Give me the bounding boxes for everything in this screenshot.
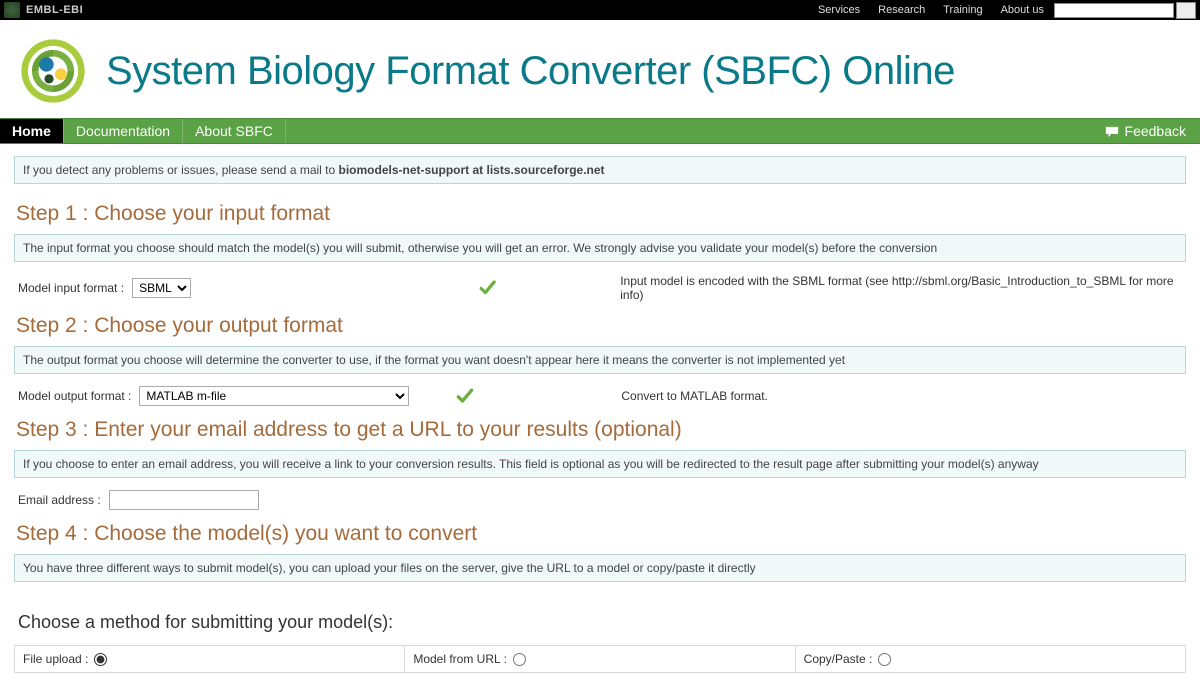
page-title: System Biology Format Converter (SBFC) O… — [106, 49, 955, 94]
method-file-upload-label: File upload : — [23, 652, 88, 666]
top-search-button[interactable] — [1176, 2, 1196, 19]
header: System Biology Format Converter (SBFC) O… — [0, 20, 1200, 118]
output-format-select[interactable]: MATLAB m-file — [139, 386, 409, 406]
method-copy-paste[interactable]: Copy/Paste : — [796, 646, 1185, 672]
step3-desc: If you choose to enter an email address,… — [14, 450, 1186, 478]
step1-hint: Input model is encoded with the SBML for… — [620, 274, 1182, 302]
notice-prefix: If you detect any problems or issues, pl… — [23, 163, 339, 177]
method-row: File upload : Model from URL : Copy/Past… — [14, 645, 1186, 673]
notice-box: If you detect any problems or issues, pl… — [14, 156, 1186, 184]
nav-home[interactable]: Home — [0, 119, 64, 143]
top-search-input[interactable] — [1054, 3, 1174, 18]
speech-bubble-icon — [1105, 125, 1119, 137]
input-format-select[interactable]: SBML — [132, 278, 191, 298]
topnav-training[interactable]: Training — [935, 2, 990, 18]
step2-desc: The output format you choose will determ… — [14, 346, 1186, 374]
topnav-research[interactable]: Research — [870, 2, 933, 18]
step2-hint: Convert to MATLAB format. — [621, 389, 768, 403]
radio-file-upload[interactable] — [94, 653, 107, 666]
sbfc-logo-icon — [20, 38, 86, 104]
radio-from-url[interactable] — [513, 653, 526, 666]
nav-about-sbfc[interactable]: About SBFC — [183, 119, 286, 143]
method-from-url-label: Model from URL : — [413, 652, 507, 666]
method-from-url[interactable]: Model from URL : — [405, 646, 795, 672]
step1-row: Model input format : SBML Input model is… — [14, 272, 1186, 304]
checkmark-icon — [455, 386, 475, 406]
method-copy-paste-label: Copy/Paste : — [804, 652, 873, 666]
topnav-about[interactable]: About us — [993, 2, 1052, 18]
ebi-logo-icon — [4, 2, 20, 18]
brand-text: EMBL-EBI — [26, 4, 83, 16]
topbar: EMBL-EBI Services Research Training Abou… — [0, 0, 1200, 20]
step1-desc: The input format you choose should match… — [14, 234, 1186, 262]
nav-documentation[interactable]: Documentation — [64, 119, 183, 143]
nav-feedback[interactable]: Feedback — [1091, 119, 1200, 143]
feedback-label: Feedback — [1125, 123, 1186, 139]
step4-desc: You have three different ways to submit … — [14, 554, 1186, 582]
content: If you detect any problems or issues, pl… — [0, 144, 1200, 685]
step3-label: Email address : — [18, 493, 101, 507]
topbar-right: Services Research Training About us — [810, 2, 1196, 19]
main-nav: Home Documentation About SBFC Feedback — [0, 118, 1200, 144]
submit-title: Choose a method for submitting your mode… — [18, 612, 1186, 633]
topnav-services[interactable]: Services — [810, 2, 868, 18]
step2-row: Model output format : MATLAB m-file Conv… — [14, 384, 1186, 408]
step3-title: Step 3 : Enter your email address to get… — [16, 418, 1186, 442]
step1-label: Model input format : — [18, 281, 124, 295]
notice-email: biomodels-net-support at lists.sourcefor… — [339, 163, 605, 177]
method-file-upload[interactable]: File upload : — [15, 646, 405, 672]
checkmark-icon — [478, 278, 497, 298]
step2-title: Step 2 : Choose your output format — [16, 314, 1186, 338]
radio-copy-paste[interactable] — [878, 653, 891, 666]
step3-row: Email address : — [14, 488, 1186, 512]
step2-label: Model output format : — [18, 389, 131, 403]
email-input[interactable] — [109, 490, 259, 510]
step1-title: Step 1 : Choose your input format — [16, 202, 1186, 226]
step4-title: Step 4 : Choose the model(s) you want to… — [16, 522, 1186, 546]
topbar-left: EMBL-EBI — [4, 2, 83, 18]
